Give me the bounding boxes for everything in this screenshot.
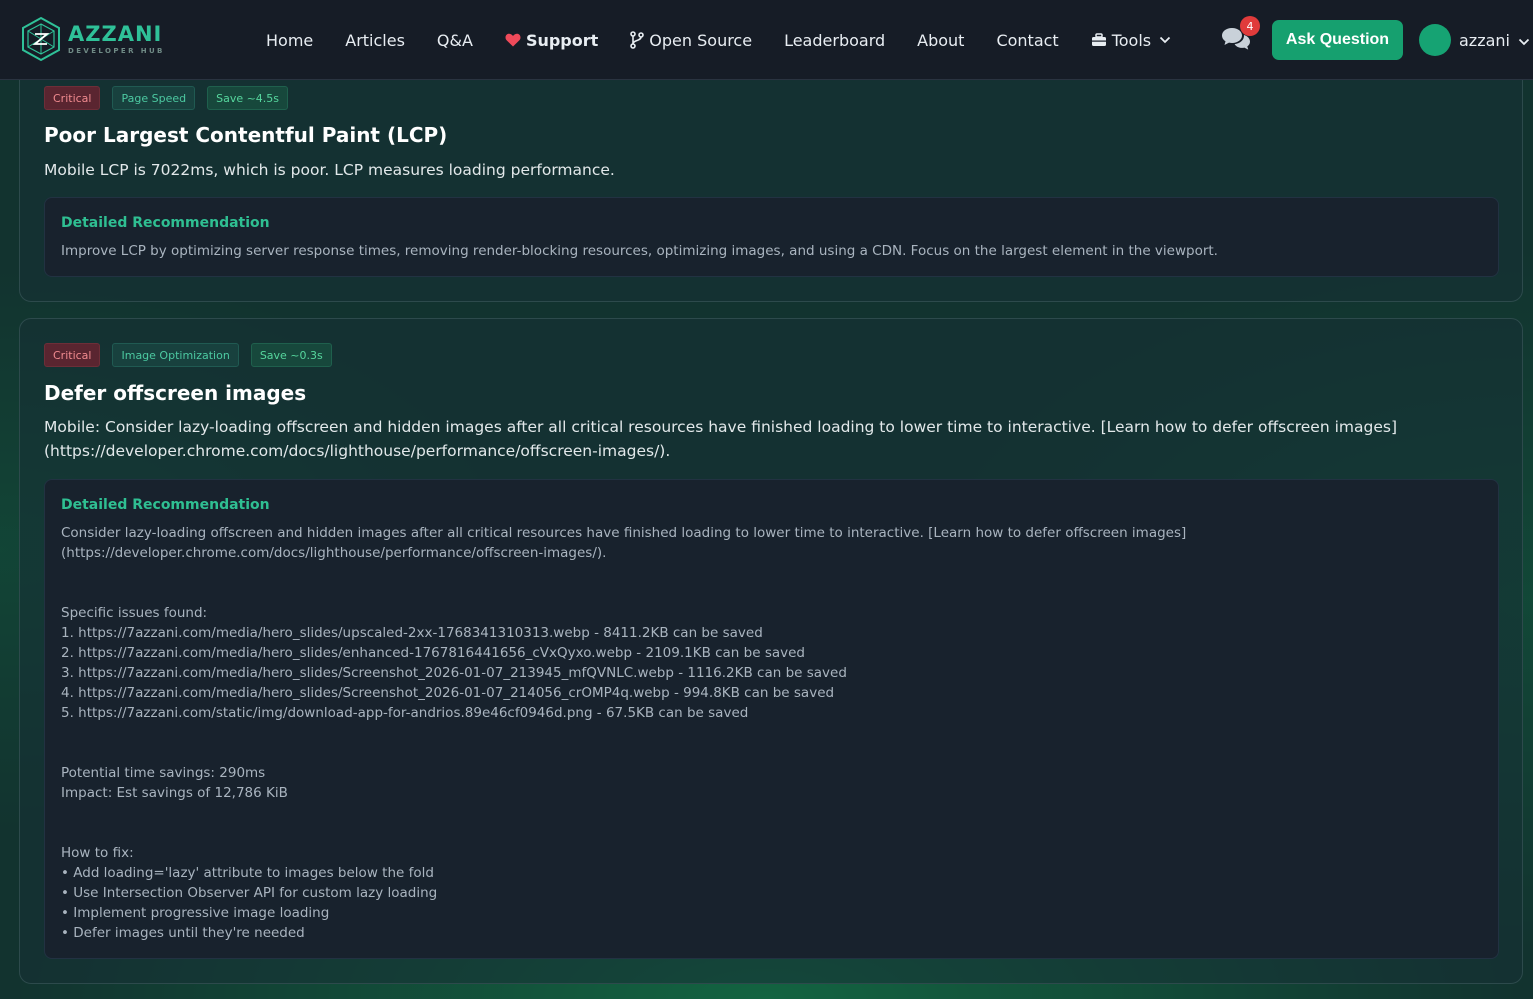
recommendation-box: Detailed Recommendation Consider lazy-lo… — [44, 479, 1499, 959]
user-menu[interactable]: azzani — [1419, 24, 1530, 56]
issue-tags: Critical Image Optimization Save ~0.3s — [44, 343, 344, 367]
brand-logo-link[interactable]: AZZANI DEVELOPER HUB — [20, 16, 165, 62]
recommendation-text: Improve LCP by optimizing server respons… — [61, 243, 1218, 259]
issue-list-item: 2. https://7azzani.com/media/hero_slides… — [61, 645, 805, 661]
fix-list-item: • Add loading='lazy' attribute to images… — [61, 865, 434, 881]
issue-card: Critical Image Optimization Save ~0.3s D… — [19, 318, 1523, 984]
toolbox-icon — [1091, 33, 1107, 47]
severity-badge: Critical — [44, 343, 101, 367]
nav-links: Home Articles Q&A Support Open Source Le… — [266, 0, 1203, 80]
fix-list-item: • Use Intersection Observer API for cust… — [61, 885, 438, 901]
issue-description: Mobile LCP is 7022ms, which is poor. LCP… — [44, 161, 615, 179]
heart-icon — [505, 33, 521, 47]
recommendation-body: Consider lazy-loading offscreen and hidd… — [61, 523, 1461, 943]
category-badge: Image Optimization — [112, 343, 239, 367]
nav-home[interactable]: Home — [266, 31, 313, 50]
recommendation-intro: Consider lazy-loading offscreen and hidd… — [61, 525, 1187, 561]
nav-tools-label: Tools — [1111, 30, 1152, 50]
ask-question-button[interactable]: Ask Question — [1272, 20, 1403, 60]
fix-list-item: • Implement progressive image loading — [61, 905, 330, 921]
issue-tags: Critical Page Speed Save ~4.5s — [44, 86, 300, 110]
azzani-logo-icon — [22, 16, 60, 62]
recommendation-box: Detailed Recommendation Improve LCP by o… — [44, 197, 1499, 277]
savings-badge: Save ~4.5s — [207, 86, 289, 110]
nav-leaderboard[interactable]: Leaderboard — [784, 31, 885, 50]
issues-heading: Specific issues found: — [61, 605, 208, 621]
nav-support-label: Support — [525, 30, 599, 50]
issue-title: Poor Largest Contentful Paint (LCP) — [44, 123, 448, 147]
nav-support[interactable]: Support — [505, 31, 598, 50]
nav-contact[interactable]: Contact — [996, 31, 1058, 50]
brand-subtitle: DEVELOPER HUB — [68, 46, 165, 55]
nav-articles[interactable]: Articles — [345, 31, 405, 50]
username: azzani — [1459, 30, 1510, 50]
impact: Impact: Est savings of 12,786 KiB — [61, 785, 288, 801]
chevron-down-icon — [1159, 36, 1171, 44]
fix-list-item: • Defer images until they're needed — [61, 925, 305, 941]
category-badge: Page Speed — [112, 86, 196, 110]
avatar — [1419, 24, 1451, 56]
nav-tools-dropdown[interactable]: Tools — [1091, 31, 1171, 50]
code-branch-icon — [630, 31, 645, 49]
nav-qa[interactable]: Q&A — [437, 31, 473, 50]
nav-open-source[interactable]: Open Source — [630, 31, 752, 50]
chevron-down-icon — [1518, 31, 1530, 50]
recommendation-heading: Detailed Recommendation — [61, 215, 270, 231]
savings-badge: Save ~0.3s — [250, 343, 332, 367]
fix-heading: How to fix: — [61, 845, 134, 861]
navbar: AZZANI DEVELOPER HUB Home Articles Q&A S… — [0, 0, 1533, 80]
issue-list-item: 4. https://7azzani.com/media/hero_slides… — [61, 685, 835, 701]
issue-list-item: 1. https://7azzani.com/media/hero_slides… — [61, 625, 763, 641]
brand-name: AZZANI — [68, 21, 163, 46]
issue-title: Defer offscreen images — [44, 381, 307, 405]
nav-open-source-label: Open Source — [649, 30, 753, 50]
nav-about[interactable]: About — [917, 31, 964, 50]
message-count-badge: 4 — [1240, 16, 1260, 36]
issue-description: Mobile: Consider lazy-loading offscreen … — [44, 418, 1397, 460]
recommendation-heading: Detailed Recommendation — [61, 497, 270, 513]
severity-badge: Critical — [44, 86, 101, 110]
issue-list-item: 3. https://7azzani.com/media/hero_slides… — [61, 665, 847, 681]
time-savings: Potential time savings: 290ms — [61, 765, 266, 781]
issue-list-item: 5. https://7azzani.com/static/img/downlo… — [61, 705, 749, 721]
